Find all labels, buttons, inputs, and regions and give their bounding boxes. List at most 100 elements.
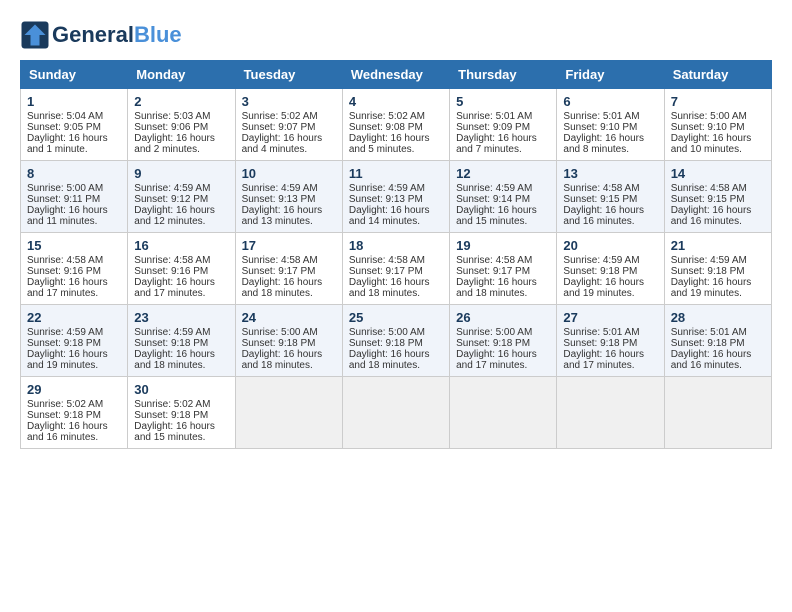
daylight-text: Daylight: 16 hours and 15 minutes. [456,205,537,227]
sunrise-text: Sunrise: 4:58 AM [349,255,425,266]
header-cell-friday: Friday [557,61,664,89]
day-number: 4 [349,94,443,109]
logo-icon [20,20,50,50]
day-number: 5 [456,94,550,109]
calendar-cell: 20Sunrise: 4:59 AMSunset: 9:18 PMDayligh… [557,233,664,305]
calendar-cell [342,377,449,449]
daylight-text: Daylight: 16 hours and 16 minutes. [671,205,752,227]
sunrise-text: Sunrise: 5:01 AM [671,327,747,338]
sunset-text: Sunset: 9:18 PM [349,338,423,349]
daylight-text: Daylight: 16 hours and 19 minutes. [671,277,752,299]
sunrise-text: Sunrise: 4:59 AM [563,255,639,266]
sunset-text: Sunset: 9:10 PM [563,122,637,133]
calendar-cell: 5Sunrise: 5:01 AMSunset: 9:09 PMDaylight… [450,89,557,161]
calendar-cell: 11Sunrise: 4:59 AMSunset: 9:13 PMDayligh… [342,161,449,233]
sunset-text: Sunset: 9:15 PM [563,194,637,205]
daylight-text: Daylight: 16 hours and 17 minutes. [27,277,108,299]
page-header: GeneralBlue [20,20,772,50]
daylight-text: Daylight: 16 hours and 19 minutes. [563,277,644,299]
daylight-text: Daylight: 16 hours and 14 minutes. [349,205,430,227]
day-number: 13 [563,166,657,181]
calendar-cell: 2Sunrise: 5:03 AMSunset: 9:06 PMDaylight… [128,89,235,161]
calendar-row: 8Sunrise: 5:00 AMSunset: 9:11 PMDaylight… [21,161,772,233]
day-number: 17 [242,238,336,253]
sunrise-text: Sunrise: 4:59 AM [27,327,103,338]
calendar-cell: 8Sunrise: 5:00 AMSunset: 9:11 PMDaylight… [21,161,128,233]
sunset-text: Sunset: 9:18 PM [563,338,637,349]
sunset-text: Sunset: 9:07 PM [242,122,316,133]
calendar-cell: 26Sunrise: 5:00 AMSunset: 9:18 PMDayligh… [450,305,557,377]
daylight-text: Daylight: 16 hours and 4 minutes. [242,133,323,155]
calendar-row: 1Sunrise: 5:04 AMSunset: 9:05 PMDaylight… [21,89,772,161]
sunset-text: Sunset: 9:18 PM [134,410,208,421]
sunrise-text: Sunrise: 4:59 AM [671,255,747,266]
day-number: 1 [27,94,121,109]
day-number: 30 [134,382,228,397]
daylight-text: Daylight: 16 hours and 18 minutes. [349,277,430,299]
sunset-text: Sunset: 9:18 PM [671,338,745,349]
sunset-text: Sunset: 9:18 PM [456,338,530,349]
day-number: 12 [456,166,550,181]
sunset-text: Sunset: 9:18 PM [27,410,101,421]
daylight-text: Daylight: 16 hours and 2 minutes. [134,133,215,155]
sunrise-text: Sunrise: 4:58 AM [671,183,747,194]
sunset-text: Sunset: 9:18 PM [134,338,208,349]
day-number: 10 [242,166,336,181]
sunset-text: Sunset: 9:17 PM [456,266,530,277]
sunset-text: Sunset: 9:13 PM [242,194,316,205]
calendar-cell [450,377,557,449]
day-number: 23 [134,310,228,325]
day-number: 28 [671,310,765,325]
header-cell-wednesday: Wednesday [342,61,449,89]
daylight-text: Daylight: 16 hours and 17 minutes. [456,349,537,371]
calendar-cell: 7Sunrise: 5:00 AMSunset: 9:10 PMDaylight… [664,89,771,161]
calendar-row: 29Sunrise: 5:02 AMSunset: 9:18 PMDayligh… [21,377,772,449]
header-cell-thursday: Thursday [450,61,557,89]
sunset-text: Sunset: 9:14 PM [456,194,530,205]
day-number: 8 [27,166,121,181]
sunrise-text: Sunrise: 5:02 AM [27,399,103,410]
sunset-text: Sunset: 9:15 PM [671,194,745,205]
calendar-cell: 3Sunrise: 5:02 AMSunset: 9:07 PMDaylight… [235,89,342,161]
sunrise-text: Sunrise: 5:02 AM [134,399,210,410]
calendar-cell: 21Sunrise: 4:59 AMSunset: 9:18 PMDayligh… [664,233,771,305]
daylight-text: Daylight: 16 hours and 8 minutes. [563,133,644,155]
sunset-text: Sunset: 9:09 PM [456,122,530,133]
day-number: 18 [349,238,443,253]
sunset-text: Sunset: 9:18 PM [27,338,101,349]
calendar-cell: 13Sunrise: 4:58 AMSunset: 9:15 PMDayligh… [557,161,664,233]
calendar-cell: 28 Sunrise: 5:01 AMSunset: 9:18 PMDayligh… [664,305,771,377]
sunset-text: Sunset: 9:11 PM [27,194,100,205]
daylight-text: Daylight: 16 hours and 18 minutes. [349,349,430,371]
logo-text: GeneralBlue [52,23,182,47]
header-cell-saturday: Saturday [664,61,771,89]
sunset-text: Sunset: 9:05 PM [27,122,101,133]
sunrise-text: Sunrise: 4:59 AM [134,183,210,194]
daylight-text: Daylight: 16 hours and 1 minute. [27,133,108,155]
calendar-cell [664,377,771,449]
daylight-text: Daylight: 16 hours and 16 minutes. [671,349,752,371]
calendar-cell: 19Sunrise: 4:58 AMSunset: 9:17 PMDayligh… [450,233,557,305]
daylight-text: Daylight: 16 hours and 19 minutes. [27,349,108,371]
header-cell-monday: Monday [128,61,235,89]
sunrise-text: Sunrise: 5:00 AM [349,327,425,338]
sunrise-text: Sunrise: 4:58 AM [242,255,318,266]
daylight-text: Daylight: 16 hours and 16 minutes. [563,205,644,227]
day-number: 27 [563,310,657,325]
day-number: 11 [349,166,443,181]
calendar-cell [557,377,664,449]
day-number: 19 [456,238,550,253]
sunset-text: Sunset: 9:16 PM [27,266,101,277]
calendar-cell: 24Sunrise: 5:00 AMSunset: 9:18 PMDayligh… [235,305,342,377]
day-number: 16 [134,238,228,253]
day-number: 24 [242,310,336,325]
sunset-text: Sunset: 9:13 PM [349,194,423,205]
sunrise-text: Sunrise: 4:59 AM [242,183,318,194]
header-cell-sunday: Sunday [21,61,128,89]
calendar-cell: 29Sunrise: 5:02 AMSunset: 9:18 PMDayligh… [21,377,128,449]
sunrise-text: Sunrise: 5:01 AM [563,327,639,338]
day-number: 9 [134,166,228,181]
sunrise-text: Sunrise: 5:00 AM [456,327,532,338]
calendar-cell: 16Sunrise: 4:58 AMSunset: 9:16 PMDayligh… [128,233,235,305]
calendar-cell: 18Sunrise: 4:58 AMSunset: 9:17 PMDayligh… [342,233,449,305]
